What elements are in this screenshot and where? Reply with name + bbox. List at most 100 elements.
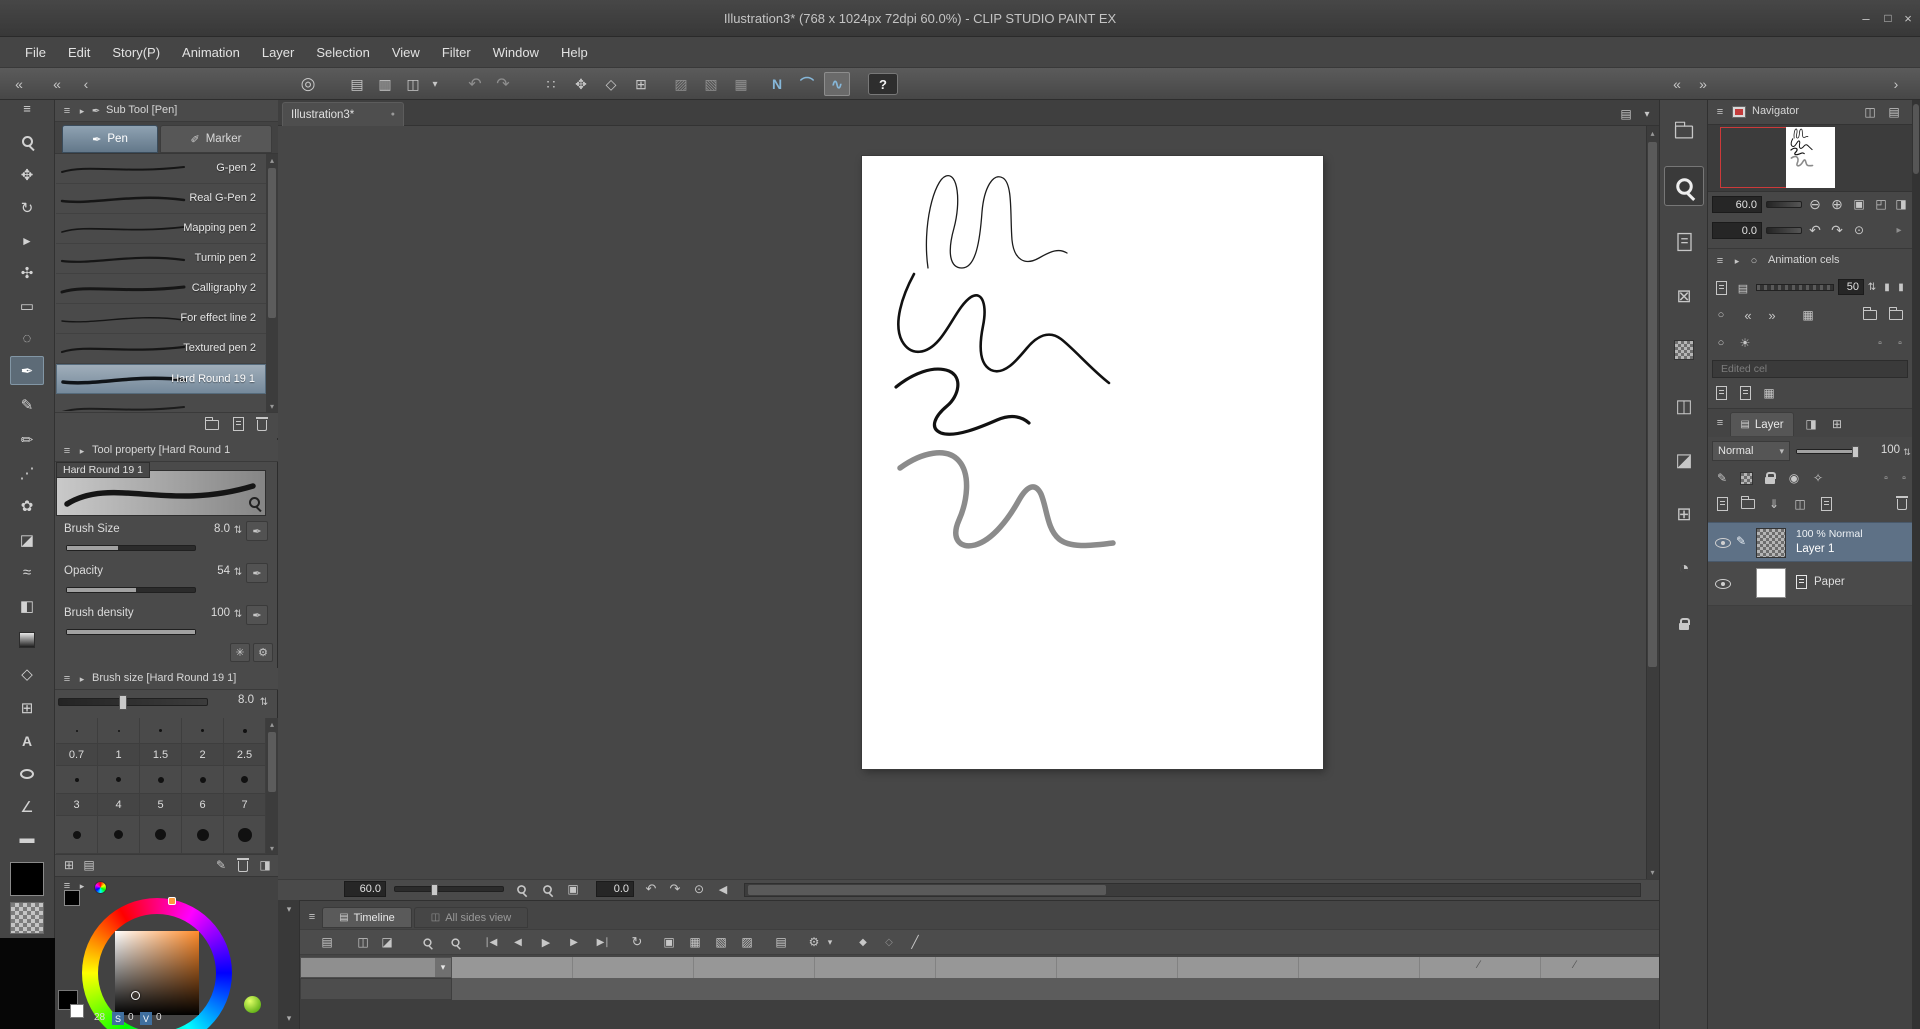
brush-item-partial[interactable] <box>56 394 266 411</box>
opacity-slider[interactable] <box>66 587 196 593</box>
subtool-delete-button[interactable] <box>252 416 272 434</box>
scroll-up-icon[interactable]: ▴ <box>266 718 278 730</box>
brush-size-main-slider[interactable] <box>58 698 208 706</box>
new-timeline-icon[interactable]: ▤ <box>316 932 338 952</box>
decoration-tool[interactable]: ✿ <box>10 491 44 520</box>
navigator-zoom-out-icon[interactable]: ⊖ <box>1804 194 1826 214</box>
close-button[interactable]: × <box>1899 9 1917 27</box>
navigator-zoom-slider[interactable] <box>1766 201 1802 208</box>
main-color-swatch[interactable] <box>10 862 44 896</box>
preset-cell[interactable] <box>140 816 182 854</box>
cel-folder-icon[interactable] <box>1860 306 1880 324</box>
enable-mask-icon[interactable]: ◉ <box>1784 468 1804 488</box>
go-last-frame-button[interactable]: ▶∣ <box>590 932 616 952</box>
scroll-down-icon[interactable]: ▾ <box>266 842 278 854</box>
prop-value[interactable]: 100 <box>196 607 230 619</box>
open-document-button[interactable]: ▥ <box>372 72 398 96</box>
scroll-up-icon[interactable]: ▴ <box>1646 127 1659 139</box>
subtool-new-folder-button[interactable] <box>202 416 222 434</box>
scroll-left-icon[interactable]: ‹ <box>76 72 96 96</box>
pressure-settings-button[interactable]: ✒ <box>246 563 268 583</box>
brush-size-menu-icon[interactable]: ≡ <box>59 670 75 688</box>
navigator-thumbnail[interactable] <box>1786 127 1835 188</box>
timeline-track-row[interactable] <box>452 978 1659 1000</box>
tab-all-sides-view[interactable]: ◫ All sides view <box>414 907 528 928</box>
preset-edit-icon[interactable]: ✎ <box>212 856 230 874</box>
show-grid-icon[interactable]: ◫ <box>352 932 374 952</box>
preset-list-icon[interactable]: ▤ <box>80 856 98 874</box>
menu-window[interactable]: Window <box>482 45 550 60</box>
prop-spinner-icon[interactable]: ⇅ <box>232 565 244 580</box>
preset-value[interactable]: 6 <box>182 794 224 816</box>
brush-size-collapse-icon[interactable]: ▸ <box>75 670 89 688</box>
flip-view-button[interactable]: ◀ <box>712 880 734 898</box>
document-tab[interactable]: Illustration3* ● <box>282 102 404 126</box>
preset-cell[interactable] <box>224 766 266 794</box>
curve-line-tool-icon[interactable]: ⌒ <box>794 72 820 96</box>
pencil-tool[interactable]: ✎ <box>10 390 44 419</box>
next-frame-button[interactable]: ▶ <box>562 932 586 952</box>
preset-corner-icon[interactable]: ◨ <box>256 856 274 874</box>
remove-keyframe-icon[interactable]: ◇ <box>878 932 900 952</box>
canvas-hscroll-thumb[interactable] <box>748 885 1106 895</box>
clip-studio-logo-icon[interactable]: ◎ <box>294 72 322 96</box>
layer-property-icon[interactable]: ◨ <box>1800 414 1822 434</box>
prop-value[interactable]: 54 <box>196 565 230 577</box>
menu-help[interactable]: Help <box>550 45 599 60</box>
navigator-zoom-in-icon[interactable]: ⊕ <box>1826 194 1848 214</box>
rotate-cw-button[interactable]: ↷ <box>664 880 686 898</box>
canvas[interactable] <box>862 156 1323 769</box>
layer-row-selected[interactable]: ✎ 100 % Normal Layer 1 <box>1708 522 1912 562</box>
density-slider[interactable] <box>66 629 196 635</box>
timeline-zoom-in-icon[interactable] <box>444 933 466 951</box>
cel-folder2-icon[interactable] <box>1886 306 1906 324</box>
text-tool[interactable]: A <box>10 726 44 755</box>
new-folder-button[interactable] <box>1738 494 1758 514</box>
preset-value[interactable]: 2.5 <box>224 744 266 766</box>
timeline-track-header[interactable] <box>300 978 452 1000</box>
brush-item[interactable]: For effect line 2 <box>56 304 266 334</box>
canvas-zoom-slider[interactable] <box>394 886 504 892</box>
preview-zoom-icon[interactable] <box>244 492 264 512</box>
restore-button[interactable]: □ <box>1878 9 1898 27</box>
brush-tool[interactable]: ✏ <box>10 425 44 454</box>
new-layer-button[interactable] <box>1712 494 1732 514</box>
layer-thumbnail[interactable] <box>1756 528 1786 558</box>
brush-item[interactable]: Calligraphy 2 <box>56 274 266 304</box>
mini-color-swatch[interactable] <box>64 890 80 906</box>
create-mask-button[interactable] <box>1816 494 1836 514</box>
move-layer-tool[interactable]: ✣ <box>10 258 44 287</box>
cel-page-icon[interactable] <box>1712 279 1730 297</box>
rotate-canvas-tool[interactable]: ↻ <box>10 193 44 222</box>
transparency-palette-button[interactable] <box>1664 330 1704 370</box>
straight-line-tool-icon[interactable]: N <box>764 72 790 96</box>
menu-edit[interactable]: Edit <box>57 45 101 60</box>
preset-value[interactable]: 2 <box>182 744 224 766</box>
tab-timeline[interactable]: ▤ Timeline <box>322 907 412 928</box>
pressure-settings-button[interactable]: ✒ <box>246 605 268 625</box>
brush-size-spinner-icon[interactable]: ⇅ <box>258 694 270 710</box>
grid-palette-button[interactable]: ⊞ <box>1664 494 1704 534</box>
scroll-up-icon[interactable]: ▴ <box>266 154 278 166</box>
hand-tool[interactable]: ✥ <box>10 160 44 189</box>
slider-thumb[interactable] <box>431 884 438 896</box>
figure-tool[interactable]: ◇ <box>10 659 44 688</box>
airbrush-tool[interactable]: ⋰ <box>10 458 44 487</box>
canvas-vscroll-thumb[interactable] <box>1648 142 1657 667</box>
window-edge-scrollbar[interactable] <box>1912 100 1920 1029</box>
collapse-left-icon[interactable]: « <box>6 72 32 96</box>
brush-item[interactable]: Real G-Pen 2 <box>56 184 266 214</box>
specify-cel-icon[interactable]: ▧ <box>710 932 732 952</box>
panel-left-icon[interactable]: « <box>44 72 70 96</box>
layer-name[interactable]: Paper <box>1814 576 1845 588</box>
zoom-tool[interactable] <box>10 127 44 156</box>
navigator-more-icon[interactable]: ▸ <box>1890 220 1908 240</box>
shape-transform-icon[interactable]: ◇ <box>598 72 624 96</box>
register-cel-icon[interactable] <box>1712 384 1730 402</box>
flip-palette-button[interactable]: ◪ <box>1664 440 1704 480</box>
eraser-tool[interactable]: ◪ <box>10 525 44 554</box>
scroll-down-icon[interactable]: ▾ <box>1646 866 1659 878</box>
prev-frame-button[interactable]: ◀ <box>506 932 530 952</box>
prop-value[interactable]: 8.0 <box>196 523 230 535</box>
navigator-actual-size-icon[interactable]: ◰ <box>1870 194 1892 214</box>
